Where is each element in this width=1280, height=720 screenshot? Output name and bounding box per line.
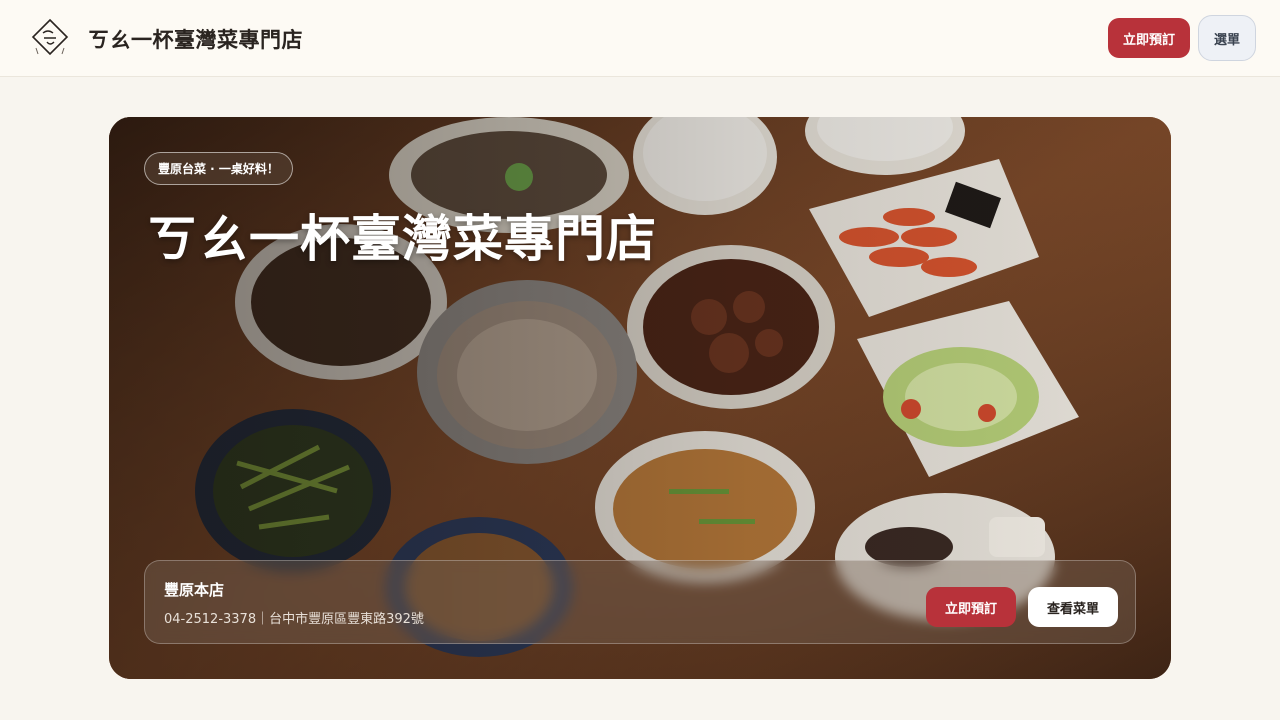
- hero-banner: 豐原台菜 · 一桌好料！ ㄎㄠ一杯臺灣菜專門店 豐原本店 04-2512-337…: [109, 117, 1171, 679]
- reserve-button[interactable]: 立即預訂: [1108, 18, 1190, 58]
- brand-logo-icon[interactable]: [31, 18, 69, 58]
- brand-name[interactable]: ㄎㄠ一杯臺灣菜專門店: [88, 24, 303, 54]
- menu-button[interactable]: 選單: [1198, 15, 1256, 61]
- hero-title: ㄎㄠ一杯臺灣菜專門店: [147, 210, 657, 268]
- branch-contact: 04-2512-3378｜台中市豐原區豐東路392號: [164, 612, 424, 627]
- branch-info-card: 豐原本店 04-2512-3378｜台中市豐原區豐東路392號 立即預訂 查看菜…: [144, 560, 1136, 644]
- view-menu-button[interactable]: 查看菜單: [1028, 587, 1118, 627]
- branch-reserve-button[interactable]: 立即預訂: [926, 587, 1016, 627]
- branch-name: 豐原本店: [164, 581, 225, 599]
- tagline-badge: 豐原台菜 · 一桌好料！: [144, 152, 293, 185]
- site-header: ㄎㄠ一杯臺灣菜專門店 立即預訂 選單: [0, 0, 1280, 77]
